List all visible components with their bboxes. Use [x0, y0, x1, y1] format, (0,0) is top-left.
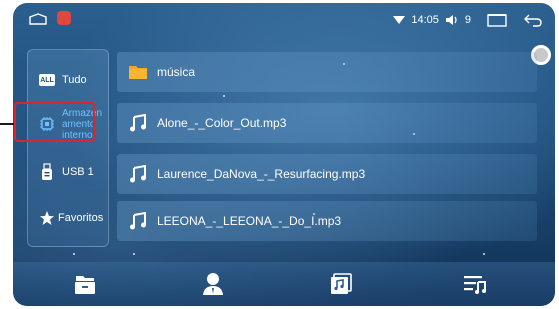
- file-name: LEEONA_-_LEEONA_-_Do_I.mp3: [157, 214, 342, 228]
- artist-icon[interactable]: [193, 268, 233, 300]
- list-item-file[interactable]: Laurence_DaNova_-_Resurfacing.mp3: [117, 154, 537, 194]
- home-icon[interactable]: [29, 13, 47, 25]
- music-note-icon: [127, 210, 149, 232]
- sidebar-item-label: Favoritos: [58, 212, 104, 224]
- bottom-nav-bar: [13, 262, 555, 306]
- file-name: Laurence_DaNova_-_Resurfacing.mp3: [157, 167, 366, 181]
- background-sparkle: [133, 253, 135, 255]
- wifi-icon: [393, 16, 406, 24]
- file-name: Alone_-_Color_Out.mp3: [157, 116, 287, 130]
- all-badge-icon: ALL: [38, 71, 56, 89]
- highlight-annotation-box: [14, 102, 95, 142]
- list-item-file[interactable]: LEEONA_-_LEEONA_-_Do_I.mp3: [117, 201, 537, 241]
- sidebar-item-usb1[interactable]: USB 1: [34, 154, 104, 190]
- background-sparkle: [73, 253, 75, 255]
- recent-apps-icon[interactable]: [487, 13, 507, 27]
- file-name: música: [157, 65, 196, 79]
- screen: 14:05 9 ALL Tudo Armazen amento interno …: [13, 3, 555, 306]
- annotation-pointer-line: [0, 123, 14, 125]
- sidebar-item-label: Tudo: [62, 74, 87, 86]
- background-sparkle: [223, 95, 225, 97]
- volume-icon[interactable]: [445, 14, 459, 26]
- status-bar: 14:05 9: [13, 3, 555, 35]
- volume-level-text: 9: [464, 14, 471, 26]
- music-note-icon: [127, 163, 149, 185]
- status-right: 14:05 9: [393, 10, 543, 30]
- sidebar-item-favorites[interactable]: Favoritos: [34, 200, 104, 236]
- background-sparkle: [483, 253, 485, 255]
- clock-text: 14:05: [411, 14, 439, 26]
- music-note-icon: [127, 112, 149, 134]
- app-notification-icon[interactable]: [57, 11, 71, 25]
- list-item-file[interactable]: Alone_-_Color_Out.mp3: [117, 103, 537, 143]
- file-browser-icon[interactable]: [65, 268, 105, 300]
- back-icon[interactable]: [523, 13, 543, 27]
- album-icon[interactable]: [321, 268, 361, 300]
- storage-sidebar: ALL Tudo Armazen amento interno USB 1 Fa…: [27, 49, 109, 247]
- folder-icon: [127, 61, 149, 83]
- all-badge-text: ALL: [39, 74, 55, 86]
- usb-icon: [38, 163, 56, 181]
- playlist-icon[interactable]: [455, 268, 495, 300]
- star-icon: [38, 209, 56, 227]
- sidebar-item-all[interactable]: ALL Tudo: [34, 62, 104, 98]
- sidebar-item-label: USB 1: [62, 166, 94, 178]
- list-item-folder[interactable]: música: [117, 52, 537, 92]
